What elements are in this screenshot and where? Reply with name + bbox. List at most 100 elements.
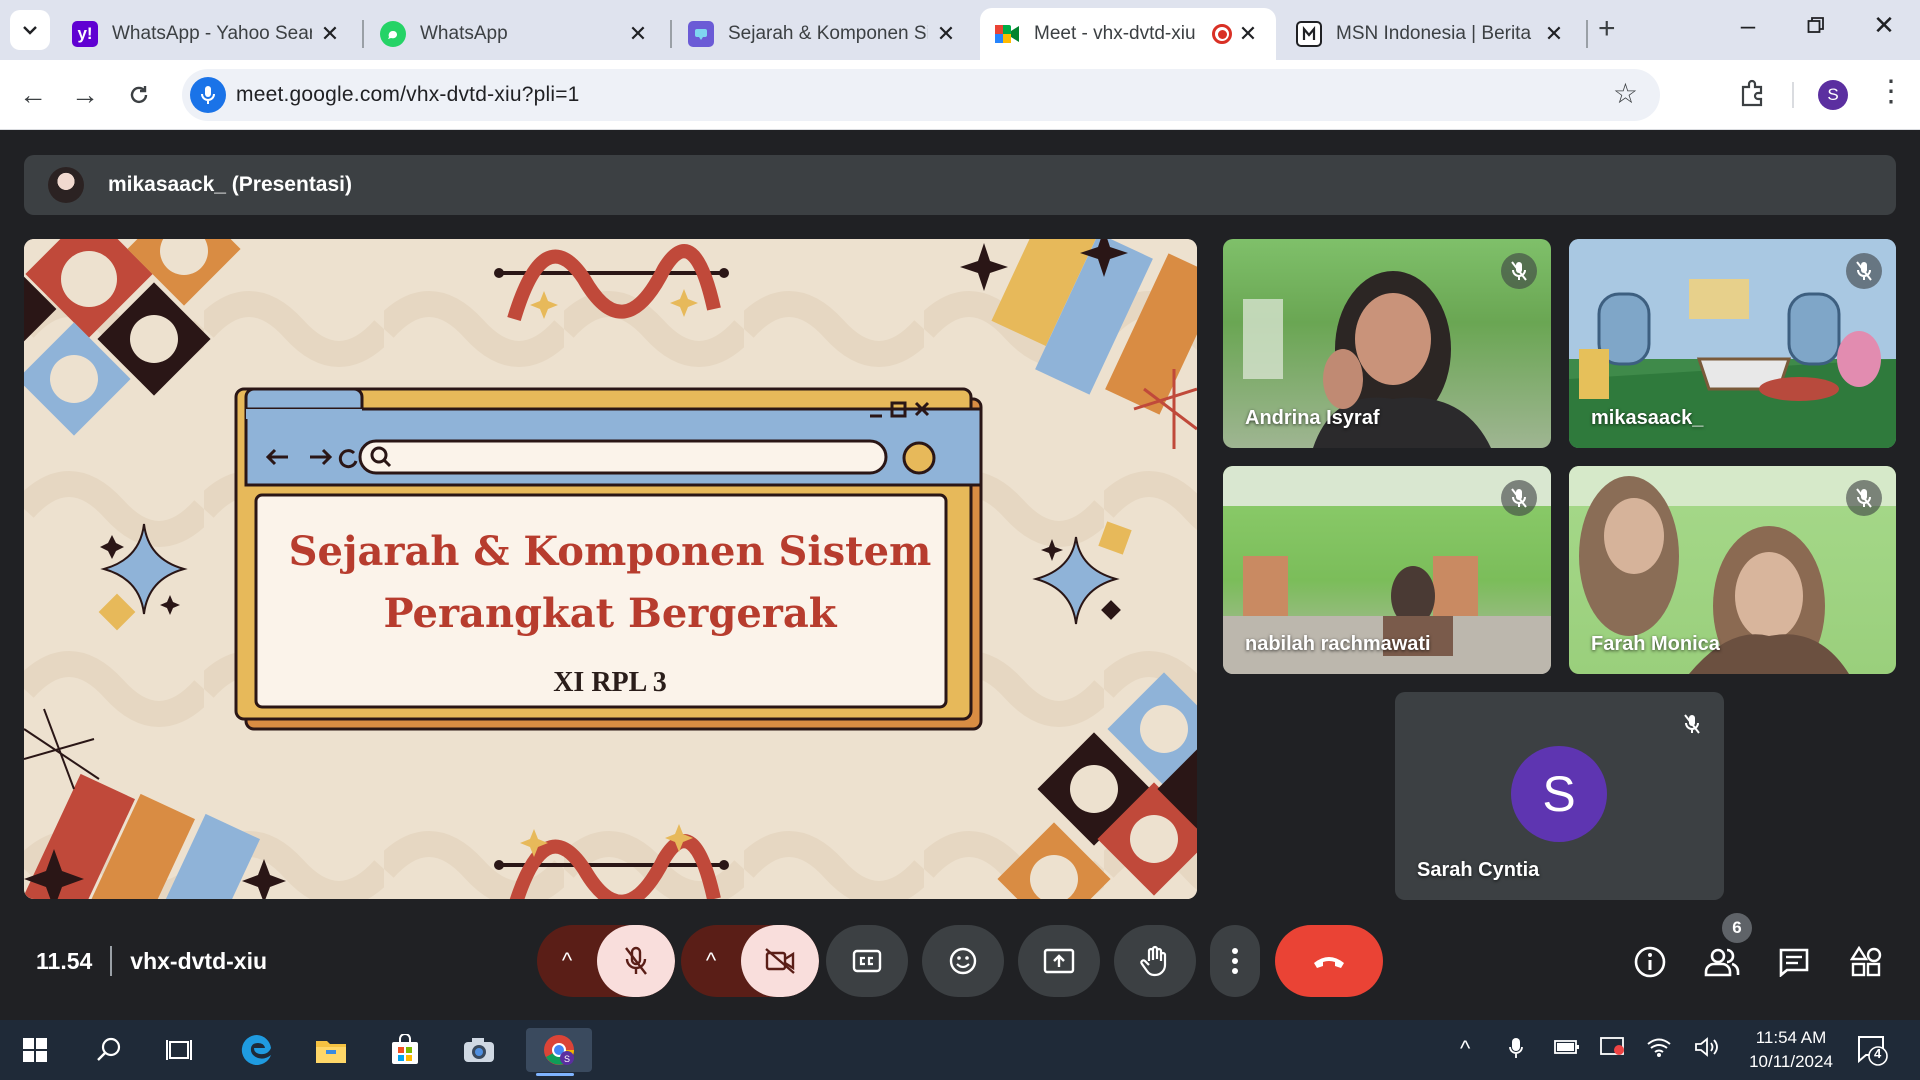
present-screen-icon xyxy=(1043,948,1075,974)
captions-button[interactable] xyxy=(826,925,908,997)
mic-off-icon xyxy=(1846,480,1882,516)
participant-name: mikasaack_ xyxy=(1591,407,1704,429)
minimize-button[interactable]: – xyxy=(1728,10,1768,41)
close-icon[interactable]: ✕ xyxy=(1234,21,1262,47)
start-button[interactable] xyxy=(6,1028,64,1072)
meeting-time: 11.54 xyxy=(36,947,93,974)
clock-time: 11:54 AM xyxy=(1755,1028,1827,1047)
tab-whatsapp[interactable]: WhatsApp ✕ xyxy=(366,8,666,60)
video-options-button[interactable]: ^ xyxy=(681,948,741,974)
tray-battery-icon[interactable] xyxy=(1554,1036,1580,1062)
participant-name: Farah Monica xyxy=(1591,633,1720,655)
close-icon[interactable]: ✕ xyxy=(316,21,344,47)
people-button[interactable] xyxy=(1700,940,1744,984)
chat-button[interactable] xyxy=(1772,940,1816,984)
new-tab-button[interactable]: + xyxy=(1598,12,1616,46)
participant-tile[interactable]: Andrina Isyraf xyxy=(1223,239,1551,448)
tab-meet[interactable]: Meet - vhx-dvtd-xiu ✕ xyxy=(980,8,1276,60)
meeting-details-button[interactable] xyxy=(1628,940,1672,984)
tab-title: MSN Indonesia | Berita Terkini xyxy=(1336,23,1536,44)
tab-msn[interactable]: MSN Indonesia | Berita Terkini ✕ xyxy=(1282,8,1582,60)
task-view-icon xyxy=(166,1040,192,1060)
search-button[interactable] xyxy=(80,1028,138,1072)
participant-tile[interactable]: nabilah rachmawati xyxy=(1223,466,1551,674)
participant-name: nabilah rachmawati xyxy=(1245,633,1431,655)
tab-yahoo[interactable]: y! WhatsApp - Yahoo Search ✕ xyxy=(58,8,358,60)
tab-search-button[interactable] xyxy=(10,10,50,50)
camera-control: ^ xyxy=(681,925,819,997)
participant-name: Andrina Isyraf xyxy=(1245,407,1380,429)
audio-options-button[interactable]: ^ xyxy=(537,948,597,974)
info-icon xyxy=(1634,946,1666,978)
raise-hand-icon xyxy=(1140,945,1167,977)
activities-button[interactable] xyxy=(1844,940,1888,984)
tab-canva-slides[interactable]: Sejarah & Komponen Sistem ✕ xyxy=(674,8,974,60)
back-button[interactable]: ← xyxy=(14,76,52,114)
mic-toggle-button[interactable] xyxy=(597,925,675,997)
close-window-button[interactable]: ✕ xyxy=(1864,10,1904,41)
reactions-button[interactable] xyxy=(922,925,1004,997)
notification-center-button[interactable]: 4 xyxy=(1856,1034,1888,1066)
slide-title: Sejarah & Komponen Sistem Perangkat Berg… xyxy=(254,521,966,645)
presenter-bar: mikasaack_ (Presentasi) xyxy=(24,155,1896,215)
close-icon[interactable]: ✕ xyxy=(1540,21,1568,47)
meeting-code: vhx-dvtd-xiu xyxy=(130,947,268,974)
mic-off-icon xyxy=(1501,253,1537,289)
folder-icon xyxy=(316,1041,346,1063)
close-icon[interactable]: ✕ xyxy=(932,21,960,47)
participant-tile[interactable]: mikasaack_ xyxy=(1569,239,1896,448)
taskbar-clock[interactable]: 11:54 AM 10/11/2024 xyxy=(1736,1026,1846,1074)
tray-volume-icon[interactable] xyxy=(1694,1036,1720,1064)
chevron-down-icon xyxy=(23,26,37,35)
notification-count: 4 xyxy=(1874,1046,1882,1061)
info-divider xyxy=(110,946,113,976)
tab-title: WhatsApp - Yahoo Search xyxy=(112,23,312,44)
tab-divider xyxy=(362,20,364,48)
edge-icon xyxy=(241,1034,271,1065)
presenter-label: mikasaack_ (Presentasi) xyxy=(108,173,352,196)
mic-off-icon xyxy=(1846,253,1882,289)
extensions-icon[interactable] xyxy=(1738,78,1770,110)
restore-button[interactable] xyxy=(1796,10,1836,41)
present-screen-button[interactable] xyxy=(1018,925,1100,997)
browser-menu-icon[interactable]: ⋮ xyxy=(1876,74,1906,109)
taskbar-file-explorer[interactable] xyxy=(302,1028,360,1072)
search-icon xyxy=(97,1037,121,1061)
mic-in-use-icon[interactable] xyxy=(190,77,226,113)
task-view-button[interactable] xyxy=(150,1028,208,1072)
mic-off-icon xyxy=(625,946,647,975)
camera-toggle-button[interactable] xyxy=(741,925,819,997)
profile-avatar[interactable]: S xyxy=(1818,80,1848,110)
taskbar-store[interactable] xyxy=(376,1028,434,1072)
tray-wifi-icon[interactable] xyxy=(1646,1036,1672,1064)
whatsapp-icon xyxy=(380,21,406,47)
reload-button[interactable] xyxy=(120,76,158,114)
notification-icon xyxy=(1858,1036,1888,1066)
raise-hand-button[interactable] xyxy=(1114,925,1196,997)
windows-logo-icon xyxy=(23,1038,47,1062)
activities-icon xyxy=(1850,946,1882,977)
address-bar[interactable]: meet.google.com/vhx-dvtd-xiu?pli=1 ☆ xyxy=(182,69,1660,121)
close-icon[interactable]: ✕ xyxy=(624,21,652,47)
more-options-button[interactable] xyxy=(1210,925,1260,997)
mic-off-icon xyxy=(1674,706,1710,742)
taskbar-chrome[interactable]: S xyxy=(526,1028,592,1076)
participant-tile[interactable]: Farah Monica xyxy=(1569,466,1896,674)
participant-avatar: S xyxy=(1511,746,1607,842)
bookmark-star-icon[interactable]: ☆ xyxy=(1613,77,1638,110)
taskbar-edge[interactable] xyxy=(228,1028,286,1072)
participant-tile[interactable]: S Sarah Cyntia xyxy=(1395,692,1724,900)
meet-icon xyxy=(994,21,1020,47)
camera-off-icon xyxy=(765,948,795,974)
leave-call-button[interactable] xyxy=(1275,925,1383,997)
tray-microphone-icon[interactable] xyxy=(1508,1036,1524,1066)
forward-button[interactable]: → xyxy=(66,76,104,114)
restore-icon xyxy=(1807,17,1824,33)
tray-overflow-icon[interactable]: ^ xyxy=(1460,1036,1470,1062)
tab-divider xyxy=(670,20,672,48)
emoji-icon xyxy=(949,947,977,975)
more-vert-icon xyxy=(1232,948,1238,974)
presenter-avatar xyxy=(48,167,84,203)
tray-screen-record-icon[interactable] xyxy=(1600,1036,1626,1064)
taskbar-camera[interactable] xyxy=(450,1028,508,1072)
